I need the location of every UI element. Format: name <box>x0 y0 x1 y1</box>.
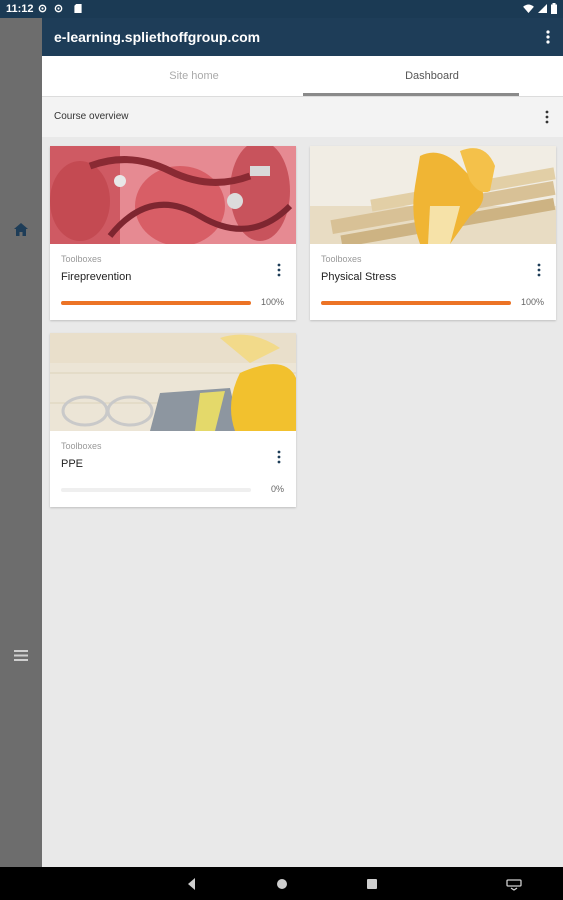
battery-icon <box>551 3 557 14</box>
course-category: Toolboxes <box>61 254 102 264</box>
keyboard-icon[interactable] <box>506 877 522 891</box>
progress-percent: 100% <box>260 297 284 307</box>
back-icon[interactable] <box>185 877 199 891</box>
progress-percent: 100% <box>520 297 544 307</box>
progress-fill <box>321 301 511 305</box>
progress-fill <box>61 301 251 305</box>
recents-icon[interactable] <box>365 877 379 891</box>
course-card[interactable]: Toolboxes Fireprevention 100% <box>50 146 296 320</box>
progress-bar <box>321 301 511 305</box>
app-title: e-learning.spliethoffgroup.com <box>54 29 261 45</box>
app-bar: e-learning.spliethoffgroup.com <box>42 18 563 56</box>
tab-active-indicator <box>303 93 519 96</box>
system-nav-bar <box>0 867 563 900</box>
progress-bar <box>61 301 251 305</box>
course-menu-icon[interactable] <box>276 450 282 464</box>
tab-dashboard[interactable]: Dashboard <box>302 56 562 97</box>
course-menu-icon[interactable] <box>276 263 282 277</box>
course-card[interactable]: Toolboxes Physical Stress 100% <box>310 146 556 320</box>
sd-card-icon <box>74 4 82 13</box>
course-category: Toolboxes <box>321 254 362 264</box>
course-category: Toolboxes <box>61 441 102 451</box>
course-overview-header: Course overview <box>42 97 563 137</box>
status-time: 11:12 <box>6 3 34 15</box>
course-name[interactable]: Fireprevention <box>61 271 131 283</box>
menu-button[interactable] <box>11 645 31 665</box>
wifi-icon <box>523 4 534 13</box>
course-overview-menu-icon[interactable] <box>543 109 551 125</box>
progress-percent: 0% <box>270 484 284 494</box>
home-icon <box>14 222 28 236</box>
home-button[interactable] <box>11 219 31 239</box>
hamburger-menu-icon <box>14 649 28 661</box>
safety-gear-image <box>50 333 296 431</box>
fire-extinguishers-image <box>50 146 296 244</box>
course-name[interactable]: PPE <box>61 458 83 470</box>
gloves-lumber-image <box>310 146 556 244</box>
side-rail <box>0 18 42 867</box>
course-name[interactable]: Physical Stress <box>321 271 396 283</box>
course-menu-icon[interactable] <box>536 263 542 277</box>
progress-bar <box>61 488 251 492</box>
signal-icon <box>538 4 547 13</box>
overflow-menu-icon[interactable] <box>543 28 553 46</box>
home-nav-icon[interactable] <box>275 877 289 891</box>
course-card[interactable]: Toolboxes PPE 0% <box>50 333 296 507</box>
status-bar: 11:12 <box>0 0 563 18</box>
tab-site-home[interactable]: Site home <box>64 56 324 97</box>
settings-notification-icon <box>38 4 47 13</box>
tab-bar: Site home Dashboard <box>42 56 563 97</box>
settings-notification-icon-2 <box>54 4 63 13</box>
course-overview-title: Course overview <box>54 111 129 122</box>
